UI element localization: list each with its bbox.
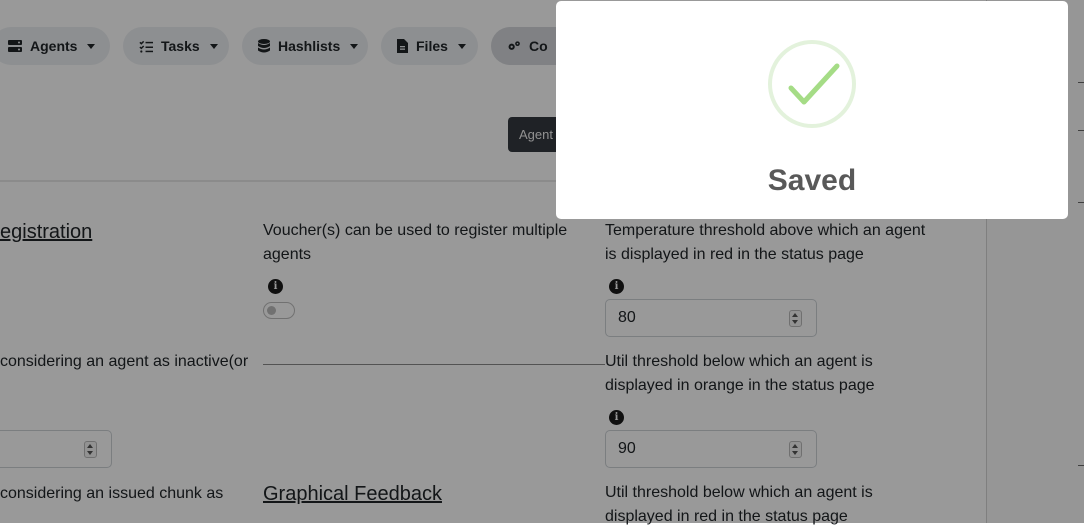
success-ring [768,40,856,128]
saved-modal: Saved [556,1,1068,219]
check-icon [788,63,840,105]
modal-title: Saved [767,164,857,197]
